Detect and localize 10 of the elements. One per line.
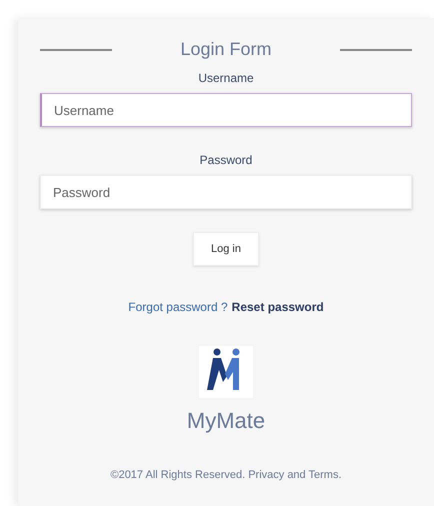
input-field[interactable]: Username (40, 93, 412, 127)
logo-icon (199, 346, 253, 398)
field-label: Password (200, 152, 252, 169)
footer-text: ©2017 All Rights Reserved. Privacy and Terms. (110, 468, 342, 483)
form-title: Login Form (179, 38, 273, 61)
field-label: Username (198, 70, 254, 87)
brand-name: MyMate (186, 407, 266, 435)
login-button[interactable]: Log in (193, 232, 259, 266)
text-link[interactable]: Forgot password ? (128, 298, 228, 316)
text-link[interactable]: Reset password (232, 298, 324, 316)
